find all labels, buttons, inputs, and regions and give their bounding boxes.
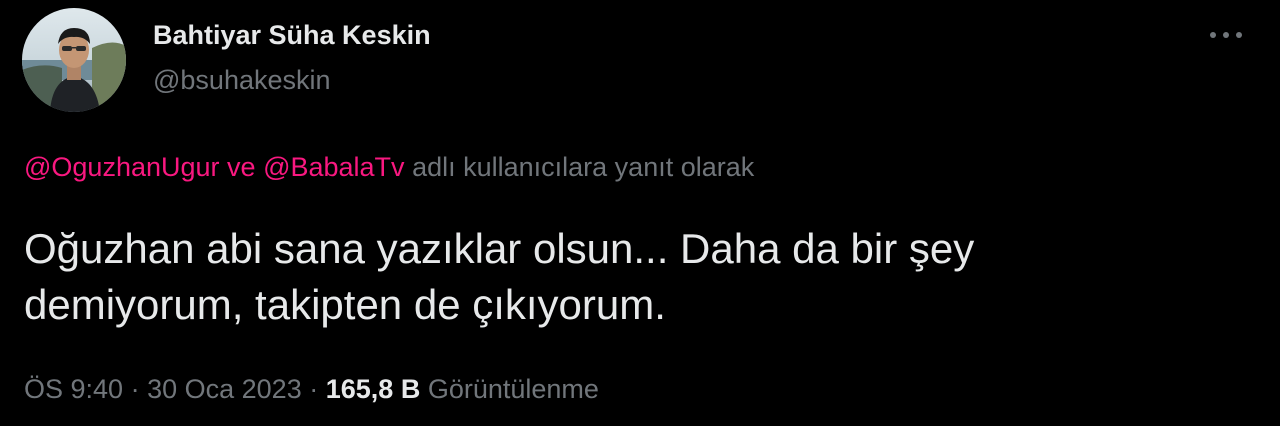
tweet-text-line: demiyorum, takipten de çıkıyorum. [24,281,666,328]
meta-separator: · [130,374,140,404]
mention-link[interactable]: @BabalaTv [263,152,404,182]
author-handle[interactable]: @bsuhakeskin [153,65,331,96]
avatar[interactable] [22,8,126,112]
reply-conjunction: ve [227,152,256,182]
views-count: 165,8 B [325,374,421,404]
tweet-time[interactable]: ÖS 9:40 [24,374,123,404]
views-label: Görüntülenme [427,374,599,404]
tweet-card: Bahtiyar Süha Keskin @bsuhakeskin @Oguzh… [0,0,1280,426]
reply-context: @OguzhanUgur ve @BabalaTv adlı kullanıcı… [24,152,754,183]
tweet-text-line: Oğuzhan abi sana yazıklar olsun... Daha … [24,225,975,272]
mention-link[interactable]: @OguzhanUgur [24,152,220,182]
author-name[interactable]: Bahtiyar Süha Keskin [153,20,431,51]
avatar-image [22,8,126,112]
tweet-meta: ÖS 9:40 · 30 Oca 2023 · 165,8 B Görüntül… [24,374,599,405]
tweet-text: Oğuzhan abi sana yazıklar olsun... Daha … [24,221,1244,333]
more-horizontal-icon [1210,32,1242,38]
tweet-date[interactable]: 30 Oca 2023 [147,374,302,404]
more-options-button[interactable] [1206,20,1246,50]
meta-separator: · [309,374,319,404]
reply-context-label: adlı kullanıcılara yanıt olarak [412,152,755,182]
